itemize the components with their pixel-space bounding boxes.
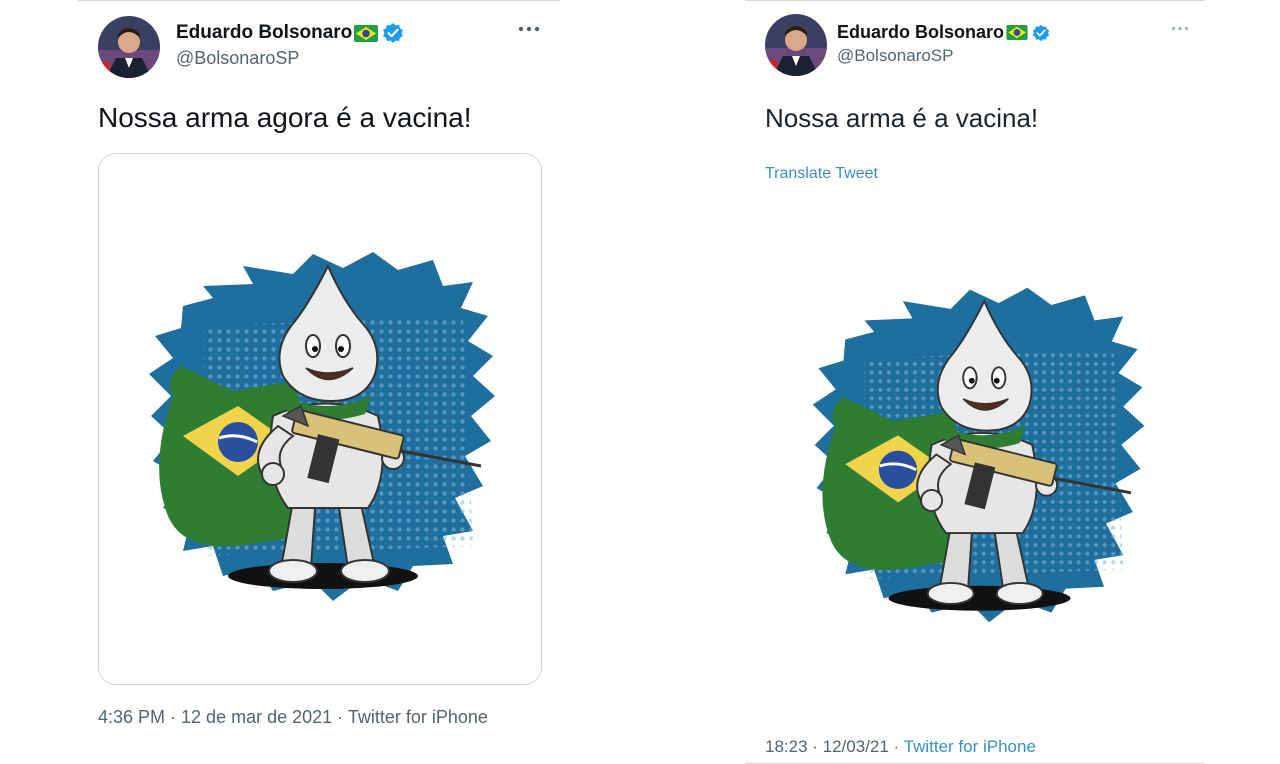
- tweet-source-link[interactable]: Twitter for iPhone: [904, 737, 1036, 756]
- avatar[interactable]: [98, 16, 160, 78]
- tweet-card-original: Eduardo Bolsonaro @BolsonaroSP Nossa arm…: [78, 0, 560, 764]
- vaccine-mascot-illustration[interactable]: [807, 282, 1152, 627]
- avatar[interactable]: [765, 14, 827, 76]
- author-name-row[interactable]: Eduardo Bolsonaro: [176, 22, 404, 44]
- author-name[interactable]: Eduardo Bolsonaro: [176, 22, 352, 44]
- translate-tweet-link[interactable]: Translate Tweet: [765, 165, 878, 183]
- tweet-text: Nossa arma agora é a vacina!: [98, 102, 472, 133]
- avatar-photo: [765, 14, 827, 76]
- tweet-card-edited: Eduardo Bolsonaro @BolsonaroSP Nossa arm…: [745, 0, 1205, 764]
- author-handle[interactable]: @BolsonaroSP: [837, 46, 954, 66]
- more-options-icon[interactable]: [518, 26, 540, 32]
- verified-badge-icon: [1032, 24, 1050, 42]
- brazil-flag-icon: [1006, 25, 1028, 40]
- author-handle[interactable]: @BolsonaroSP: [176, 48, 299, 69]
- vaccine-mascot-illustration: [147, 250, 497, 603]
- tweet-timestamp[interactable]: 4:36 PM · 12 de mar de 2021 ·: [98, 707, 348, 727]
- tweet-source-link[interactable]: Twitter for iPhone: [348, 707, 488, 727]
- tweet-media[interactable]: [98, 153, 542, 685]
- tweet-timestamp[interactable]: 18:23 · 12/03/21 ·: [765, 737, 904, 756]
- divider: [745, 0, 1205, 1]
- brazil-flag-icon: [354, 24, 379, 42]
- author-name[interactable]: Eduardo Bolsonaro: [837, 22, 1004, 43]
- tweet-metadata: 18:23 · 12/03/21 · Twitter for iPhone: [765, 734, 1036, 759]
- author-name-row[interactable]: Eduardo Bolsonaro: [837, 22, 1050, 43]
- avatar-photo: [98, 16, 160, 78]
- divider: [78, 0, 560, 1]
- verified-badge-icon: [382, 22, 404, 44]
- more-options-icon[interactable]: [1171, 26, 1189, 31]
- tweet-metadata: 4:36 PM · 12 de mar de 2021 · Twitter fo…: [98, 705, 498, 730]
- tweet-text: Nossa arma é a vacina!: [765, 103, 1039, 133]
